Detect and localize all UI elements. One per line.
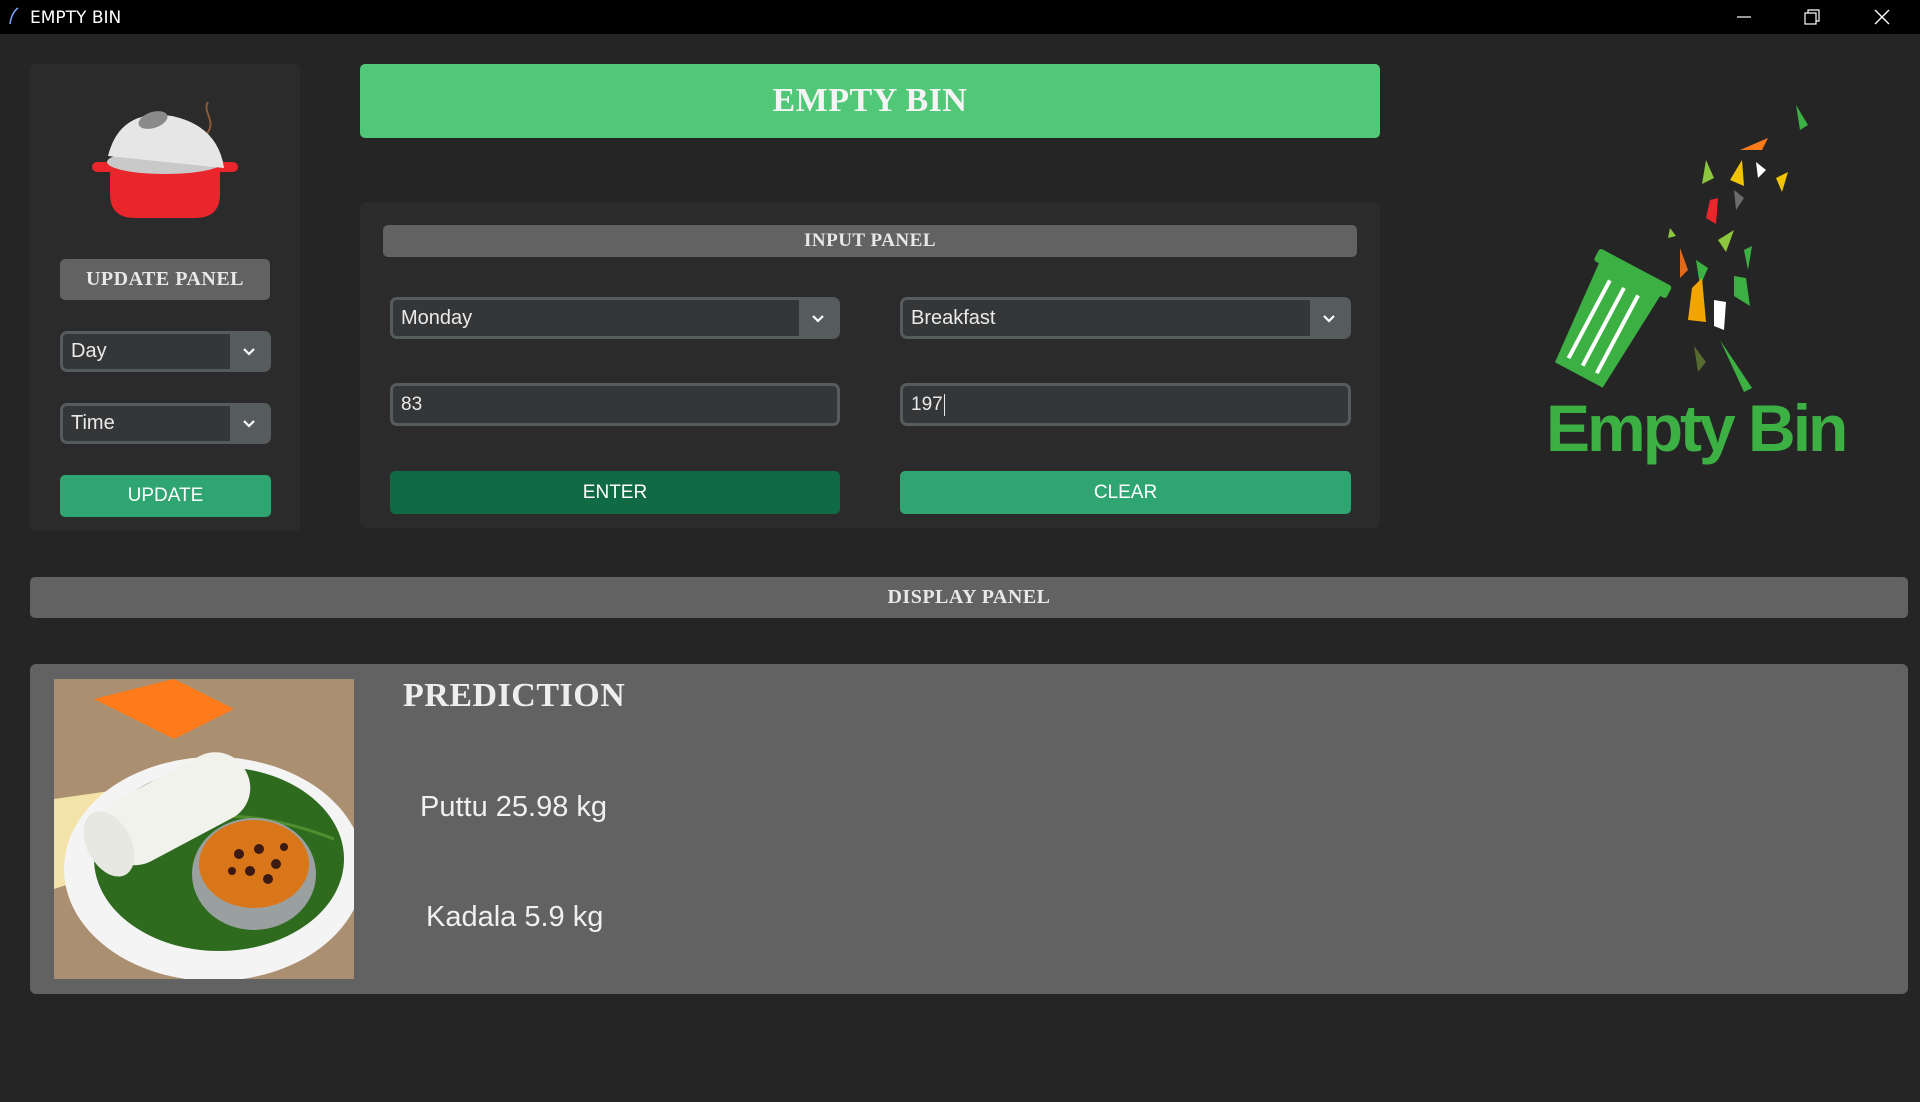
restore-icon bbox=[1804, 9, 1820, 25]
puttu-kadala-photo bbox=[54, 679, 354, 979]
prediction-item: Puttu 25.98 kg bbox=[420, 791, 608, 823]
display-panel-heading: DISPLAY PANEL bbox=[30, 577, 1908, 618]
update-day-select[interactable]: Day bbox=[60, 331, 271, 372]
right-input-value: 197 bbox=[911, 393, 943, 415]
close-button[interactable] bbox=[1852, 0, 1912, 34]
update-time-value: Time bbox=[71, 412, 115, 434]
chevron-down-icon[interactable] bbox=[799, 300, 837, 336]
restore-button[interactable] bbox=[1782, 0, 1842, 34]
close-icon bbox=[1874, 9, 1890, 25]
minimize-button[interactable] bbox=[1714, 0, 1774, 34]
title-bar: EMPTY BIN bbox=[0, 0, 1920, 34]
input-panel: INPUT PANEL Monday Breakfast 83 197 ENTE… bbox=[360, 202, 1380, 528]
prediction-title: PREDICTION bbox=[403, 677, 626, 714]
chevron-down-icon[interactable] bbox=[230, 406, 268, 441]
enter-button[interactable]: ENTER bbox=[390, 471, 840, 514]
cooking-pot-icon bbox=[92, 101, 238, 218]
update-button[interactable]: UPDATE bbox=[60, 475, 271, 517]
update-day-value: Day bbox=[71, 340, 107, 362]
day-select[interactable]: Monday bbox=[390, 297, 840, 339]
day-select-value: Monday bbox=[401, 306, 473, 329]
input-panel-heading: INPUT PANEL bbox=[383, 225, 1357, 257]
meal-select-value: Breakfast bbox=[911, 306, 996, 329]
logo-text: Empty Bin bbox=[1546, 391, 1848, 465]
right-input[interactable]: 197 bbox=[900, 383, 1351, 426]
app-header-banner: EMPTY BIN bbox=[360, 64, 1380, 138]
clear-button[interactable]: CLEAR bbox=[900, 471, 1351, 514]
update-panel-heading: UPDATE PANEL bbox=[60, 259, 270, 300]
minimize-icon bbox=[1737, 16, 1751, 18]
window-title: EMPTY BIN bbox=[30, 8, 122, 28]
feather-icon bbox=[9, 7, 19, 25]
meal-select[interactable]: Breakfast bbox=[900, 297, 1351, 339]
chevron-down-icon[interactable] bbox=[230, 334, 268, 369]
update-time-select[interactable]: Time bbox=[60, 403, 271, 444]
prediction-item: Kadala 5.9 kg bbox=[426, 901, 604, 933]
text-cursor bbox=[943, 393, 945, 416]
prediction-panel: PREDICTION Puttu 25.98 kg Kadala 5.9 kg bbox=[30, 664, 1908, 994]
chevron-down-icon[interactable] bbox=[1310, 300, 1348, 336]
empty-bin-logo: Empty Bin bbox=[1530, 100, 1850, 480]
update-panel: UPDATE PANEL Day Time UPDATE bbox=[30, 64, 300, 531]
left-input[interactable]: 83 bbox=[390, 383, 840, 426]
